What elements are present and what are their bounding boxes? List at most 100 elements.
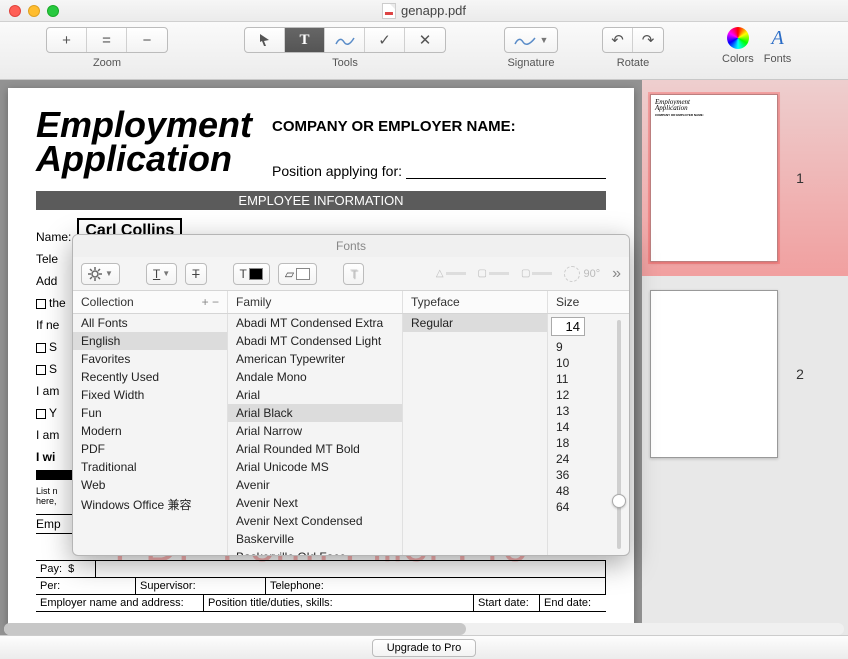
list-item[interactable]: Modern bbox=[73, 422, 227, 440]
chevron-down-icon: ▼ bbox=[540, 35, 549, 45]
shadow-angle-dial[interactable]: 90° bbox=[564, 266, 600, 282]
fonts-button[interactable]: A bbox=[771, 27, 783, 49]
scrollbar-thumb[interactable] bbox=[4, 623, 466, 635]
name-label: Name: bbox=[36, 230, 71, 244]
check-tool-button[interactable]: ✓ bbox=[365, 28, 405, 52]
list-item[interactable]: 10 bbox=[548, 355, 609, 371]
fonts-panel-body: All FontsEnglishFavoritesRecently UsedFi… bbox=[73, 314, 629, 555]
list-item[interactable]: Favorites bbox=[73, 350, 227, 368]
list-item[interactable]: PDF bbox=[73, 440, 227, 458]
list-item[interactable]: Abadi MT Condensed Extra bbox=[228, 314, 402, 332]
list-item[interactable]: 13 bbox=[548, 403, 609, 419]
list-item[interactable]: Arial Narrow bbox=[228, 422, 402, 440]
typeface-list[interactable]: Regular bbox=[403, 314, 548, 555]
thumbnail-1[interactable]: EmploymentApplication COMPANY OR EMPLOYE… bbox=[650, 94, 778, 262]
footer-bar: Upgrade to Pro bbox=[0, 635, 848, 659]
size-list[interactable]: 910111213141824364864 bbox=[548, 339, 609, 555]
font-actions-menu[interactable]: ▼ bbox=[81, 263, 120, 285]
x-tool-button[interactable]: ✕ bbox=[405, 28, 445, 52]
shadow-opacity-slider[interactable]: △ bbox=[436, 268, 466, 279]
add-collection-button[interactable]: + bbox=[202, 295, 209, 309]
arrow-tool-button[interactable] bbox=[245, 28, 285, 52]
list-item[interactable]: 12 bbox=[548, 387, 609, 403]
more-button[interactable]: » bbox=[612, 265, 621, 283]
list-item[interactable]: Traditional bbox=[73, 458, 227, 476]
list-item[interactable]: Avenir Next bbox=[228, 494, 402, 512]
list-item[interactable]: 48 bbox=[548, 483, 609, 499]
underline-button[interactable]: T▼ bbox=[146, 263, 177, 285]
list-item[interactable]: Baskerville bbox=[228, 530, 402, 548]
list-item[interactable]: Windows Office 兼容 bbox=[73, 494, 227, 515]
slider-thumb[interactable] bbox=[612, 494, 626, 508]
zoom-window-icon[interactable] bbox=[47, 5, 59, 17]
list-item[interactable]: English bbox=[73, 332, 227, 350]
signature-icon bbox=[514, 34, 536, 46]
list-item[interactable]: Abadi MT Condensed Light bbox=[228, 332, 402, 350]
shadow-blur-slider[interactable]: ▢ bbox=[478, 268, 509, 279]
signature-button[interactable]: ▼ bbox=[504, 27, 558, 53]
signature-tool-button[interactable] bbox=[325, 28, 365, 52]
shadow-button[interactable]: T bbox=[343, 263, 364, 285]
text-tool-button[interactable]: T bbox=[285, 28, 325, 52]
gear-icon bbox=[88, 267, 102, 281]
shadow-offset-slider[interactable]: ▢ bbox=[521, 268, 552, 279]
list-item[interactable]: 18 bbox=[548, 435, 609, 451]
list-item[interactable]: Arial bbox=[228, 386, 402, 404]
thumbnail-2-row[interactable]: 2 bbox=[642, 276, 848, 472]
main-toolbar: + = − Zoom T ✓ ✕ Tools ▼ Signature bbox=[0, 22, 848, 80]
zoom-group: + = − Zoom bbox=[46, 27, 168, 69]
list-item[interactable]: Web bbox=[73, 476, 227, 494]
zoom-in-button[interactable]: + bbox=[47, 28, 87, 52]
upgrade-button[interactable]: Upgrade to Pro bbox=[372, 639, 477, 657]
strikethrough-button[interactable]: T bbox=[185, 263, 206, 285]
rotate-segment: ↶ ↷ bbox=[602, 27, 664, 53]
list-item[interactable]: Fun bbox=[73, 404, 227, 422]
list-item[interactable]: 11 bbox=[548, 371, 609, 387]
rotate-right-button[interactable]: ↷ bbox=[633, 28, 663, 52]
remove-collection-button[interactable]: − bbox=[212, 295, 219, 309]
tools-group: T ✓ ✕ Tools bbox=[244, 27, 446, 69]
list-item[interactable]: 64 bbox=[548, 499, 609, 515]
family-list[interactable]: Abadi MT Condensed ExtraAbadi MT Condens… bbox=[228, 314, 403, 555]
list-item[interactable]: Arial Rounded MT Bold bbox=[228, 440, 402, 458]
zoom-out-button[interactable]: − bbox=[127, 28, 167, 52]
thumbnail-2[interactable] bbox=[650, 290, 778, 458]
colors-label: Colors bbox=[722, 53, 754, 65]
size-slider[interactable] bbox=[609, 314, 629, 555]
list-item[interactable]: Baskerville Old Face bbox=[228, 548, 402, 555]
thumbnail-1-row[interactable]: EmploymentApplication COMPANY OR EMPLOYE… bbox=[642, 80, 848, 276]
fonts-label: Fonts bbox=[764, 53, 792, 65]
minimize-window-icon[interactable] bbox=[28, 5, 40, 17]
list-item[interactable]: Regular bbox=[403, 314, 547, 332]
list-item[interactable]: Recently Used bbox=[73, 368, 227, 386]
size-input[interactable] bbox=[551, 317, 585, 336]
text-color-button[interactable]: T bbox=[233, 263, 270, 285]
list-item[interactable]: 9 bbox=[548, 339, 609, 355]
list-item[interactable]: Fixed Width bbox=[73, 386, 227, 404]
company-label: COMPANY OR EMPLOYER NAME: bbox=[272, 118, 606, 135]
chevron-down-icon: ▼ bbox=[105, 269, 113, 278]
title-bar: genapp.pdf bbox=[0, 0, 848, 22]
list-item[interactable]: All Fonts bbox=[73, 314, 227, 332]
horizontal-scrollbar[interactable] bbox=[4, 623, 844, 635]
collection-list[interactable]: All FontsEnglishFavoritesRecently UsedFi… bbox=[73, 314, 228, 555]
list-item[interactable]: Avenir bbox=[228, 476, 402, 494]
list-item[interactable]: Andale Mono bbox=[228, 368, 402, 386]
window-title-text: genapp.pdf bbox=[401, 3, 466, 18]
list-item[interactable]: American Typewriter bbox=[228, 350, 402, 368]
list-item[interactable]: 24 bbox=[548, 451, 609, 467]
list-item[interactable]: Avenir Next Condensed bbox=[228, 512, 402, 530]
thumbnail-panel: EmploymentApplication COMPANY OR EMPLOYE… bbox=[642, 80, 848, 635]
list-item[interactable]: Arial Black bbox=[228, 404, 402, 422]
rotate-left-button[interactable]: ↶ bbox=[603, 28, 633, 52]
list-item[interactable]: 36 bbox=[548, 467, 609, 483]
doc-color-button[interactable]: ▱ bbox=[278, 263, 317, 285]
colors-button[interactable] bbox=[727, 27, 749, 49]
employee-info-header: EMPLOYEE INFORMATION bbox=[36, 191, 606, 210]
close-window-icon[interactable] bbox=[9, 5, 21, 17]
list-item[interactable]: 14 bbox=[548, 419, 609, 435]
fonts-panel: Fonts ▼ T▼ T T ▱ T △ ▢ ▢ 90° » Collectio… bbox=[72, 234, 630, 556]
signature-label: Signature bbox=[507, 57, 554, 69]
list-item[interactable]: Arial Unicode MS bbox=[228, 458, 402, 476]
zoom-fit-button[interactable]: = bbox=[87, 28, 127, 52]
